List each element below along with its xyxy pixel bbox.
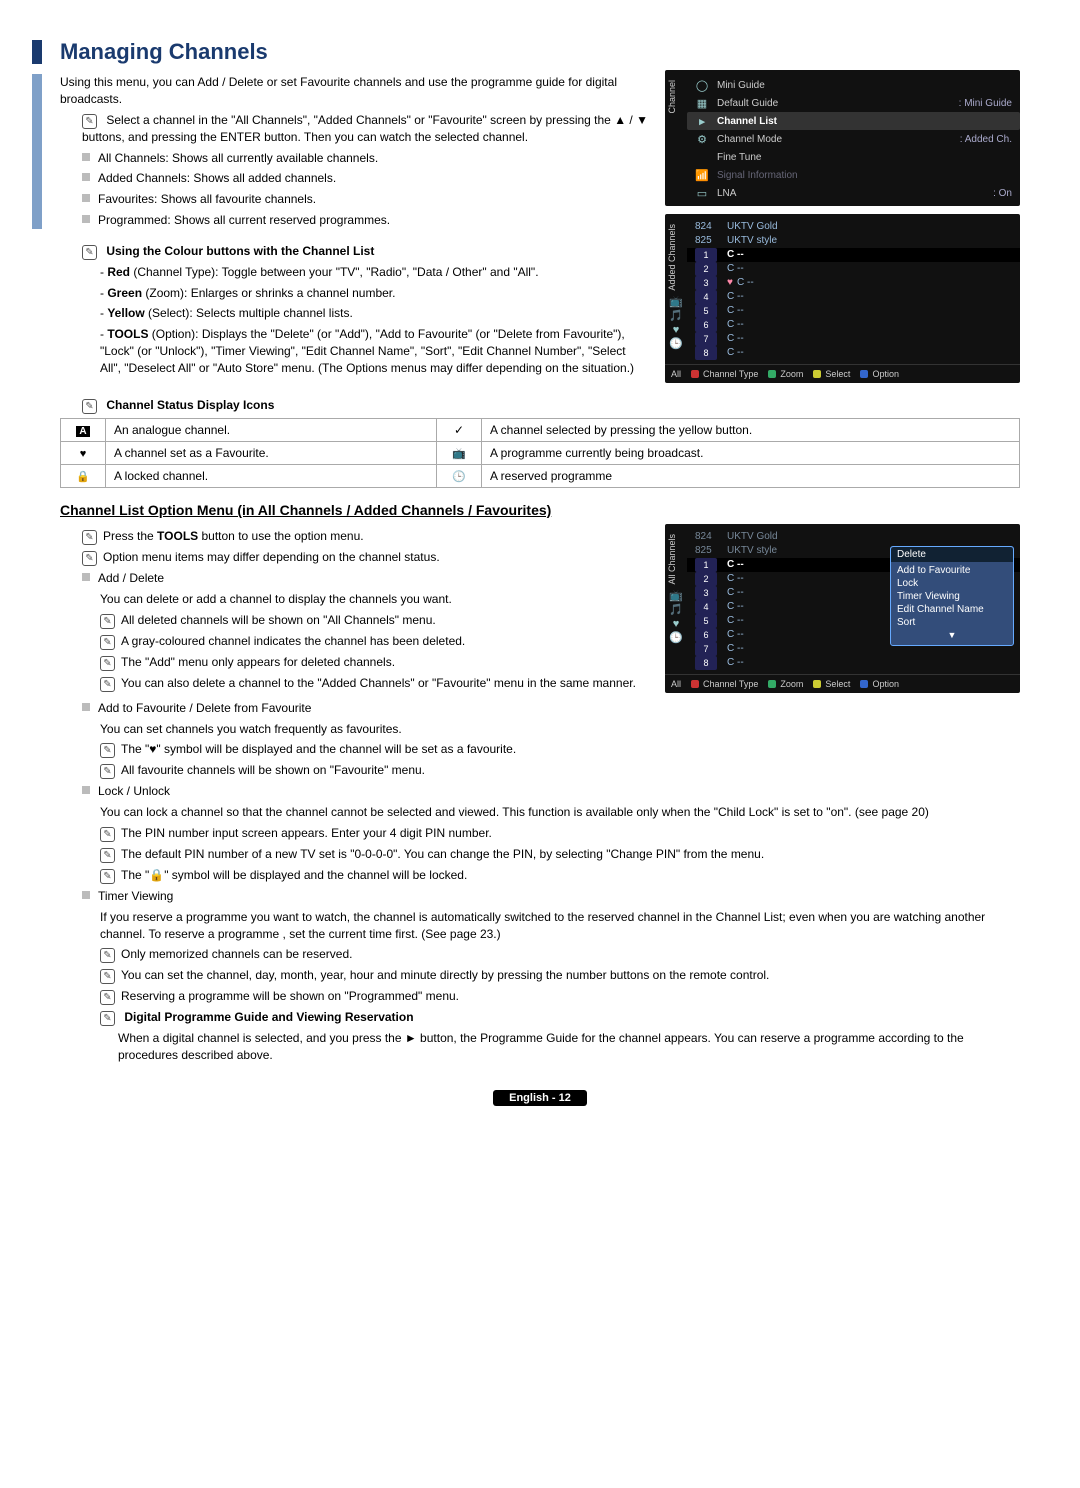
digital-guide-body: When a digital channel is selected, and … <box>60 1030 1020 1064</box>
footer-option[interactable]: Option <box>860 369 899 379</box>
ch-row-4[interactable]: 4C -- <box>687 290 1020 304</box>
footer-channel-type[interactable]: Channel Type <box>691 369 758 379</box>
status-icons-table: An analogue channel. A channel selected … <box>60 418 1020 488</box>
all-uktv-gold[interactable]: UKTV Gold <box>727 530 1012 544</box>
timer-title: Timer Viewing <box>60 888 1020 905</box>
added-channels-panel: Added Channels 📺🎵♥🕒 824UKTV Gold 825UKTV… <box>665 214 1020 383</box>
fav-title: Add to Favourite / Delete from Favourite <box>60 700 1020 717</box>
digital-guide-heading: Digital Programme Guide and Viewing Rese… <box>124 1010 413 1024</box>
ch-row-6[interactable]: 6C -- <box>687 318 1020 332</box>
all-row-8[interactable]: 8C -- <box>687 656 1020 670</box>
footer2-option[interactable]: Option <box>860 679 899 689</box>
heart-icon <box>80 446 87 460</box>
ch-row-1[interactable]: 1C -- <box>687 248 1020 262</box>
colour-red: - Red (Channel Type): Toggle between you… <box>60 264 649 281</box>
menu-channel-list[interactable]: Channel List <box>713 116 1006 127</box>
tv-icon <box>452 446 466 460</box>
popup-timer[interactable]: Timer Viewing <box>897 590 1007 603</box>
ch-uktv-style[interactable]: UKTV style <box>727 234 1012 248</box>
bullet-programmed: Programmed: Shows all current reserved p… <box>60 212 649 229</box>
tools-note: Press the TOOLS button to use the option… <box>60 528 649 545</box>
colour-tools: - TOOLS (Option): Displays the "Delete" … <box>60 326 649 376</box>
ch-row-7[interactable]: 7C -- <box>687 332 1020 346</box>
ch-row-3[interactable]: 3♥C -- <box>687 276 1020 290</box>
analogue-icon <box>76 423 89 437</box>
menu-fine-tune[interactable]: Fine Tune <box>713 152 1012 163</box>
footer2-ct[interactable]: Channel Type <box>691 679 758 689</box>
page-number: English - 12 <box>493 1090 587 1106</box>
bullet-all-channels: All Channels: Shows all currently availa… <box>60 150 649 167</box>
footer-zoom[interactable]: Zoom <box>768 369 803 379</box>
popup-more-arrow[interactable]: ▼ <box>897 629 1007 641</box>
popup-delete[interactable]: Delete <box>891 547 1013 562</box>
intro-text: Using this menu, you can Add / Delete or… <box>60 74 649 108</box>
colour-green: - Green (Zoom): Enlarges or shrinks a ch… <box>60 285 649 302</box>
added-side-label: Added Channels <box>665 220 679 295</box>
tools-popup: Delete Add to Favourite Lock Timer Viewi… <box>890 546 1014 646</box>
menu-channel-mode[interactable]: Channel Mode <box>713 134 954 145</box>
popup-sort[interactable]: Sort <box>897 616 1007 629</box>
popup-lock[interactable]: Lock <box>897 577 1007 590</box>
mini-guide-icon: ◯ <box>691 77 713 93</box>
bullet-favourites: Favourites: Shows all favourite channels… <box>60 191 649 208</box>
popup-add-fav[interactable]: Add to Favourite <box>897 564 1007 577</box>
status-icons-heading: Channel Status Display Icons <box>106 398 274 412</box>
ch-row-2[interactable]: 2C -- <box>687 262 1020 276</box>
ch-row-5[interactable]: 5C -- <box>687 304 1020 318</box>
footer2-zoom[interactable]: Zoom <box>768 679 803 689</box>
all-channels-panel: All Channels 📺🎵♥🕒 824UKTV Gold 825UKTV s… <box>665 524 1020 693</box>
option-menu-heading: Channel List Option Menu (in All Channel… <box>60 502 1020 518</box>
all-side-label: All Channels <box>665 530 679 589</box>
ch-uktv-gold[interactable]: UKTV Gold <box>727 220 1012 234</box>
footer-select[interactable]: Select <box>813 369 850 379</box>
menu-signal-info: Signal Information <box>713 170 1012 181</box>
tv-side-label: Channel <box>665 76 679 118</box>
ch-row-8[interactable]: 8C -- <box>687 346 1020 360</box>
colour-buttons-heading: Using the Colour buttons with the Channe… <box>106 244 374 258</box>
lock-title: Lock / Unlock <box>60 783 1020 800</box>
option-vary-note: Option menu items may differ depending o… <box>60 549 649 566</box>
footer2-select[interactable]: Select <box>813 679 850 689</box>
footer-all: All <box>671 369 681 379</box>
tv-menu-panel: Channel ◯Mini Guide ▦Default Guide: Mini… <box>665 70 1020 206</box>
bullet-added-channels: Added Channels: Shows all added channels… <box>60 170 649 187</box>
menu-mini-guide[interactable]: Mini Guide <box>713 80 1006 91</box>
popup-edit-name[interactable]: Edit Channel Name <box>897 603 1007 616</box>
menu-default-guide[interactable]: Default Guide <box>713 98 953 109</box>
check-icon <box>454 423 464 437</box>
clock-icon <box>452 469 466 483</box>
add-delete-title: Add / Delete <box>60 570 649 587</box>
add-delete-lead: You can delete or add a channel to displ… <box>60 591 649 608</box>
menu-lna[interactable]: LNA <box>713 188 987 199</box>
colour-yellow: - Yellow (Select): Selects multiple chan… <box>60 305 649 322</box>
page-title: Managing Channels <box>32 40 1020 64</box>
select-channel-note: Select a channel in the "All Channels", … <box>60 112 649 146</box>
lock-icon <box>76 469 90 483</box>
